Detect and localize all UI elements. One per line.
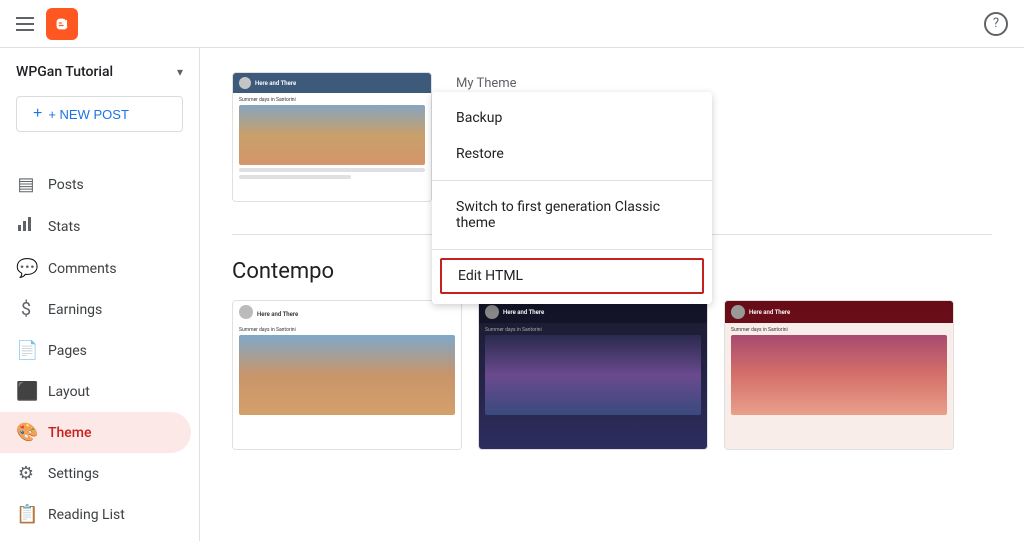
comments-label: Comments xyxy=(48,261,117,277)
settings-icon: ⚙ xyxy=(16,463,36,484)
sidebar: WPGan Tutorial ▾ + + NEW POST ▤ Posts St… xyxy=(0,48,200,541)
layout-label: Layout xyxy=(48,384,90,400)
preview-text-1 xyxy=(239,168,425,172)
theme-card-light[interactable]: Here and There Summer days in Santorini xyxy=(232,300,462,450)
sidebar-item-earnings[interactable]: $ Earnings xyxy=(0,289,191,330)
themes-grid: Here and There Summer days in Santorini xyxy=(232,300,992,450)
sidebar-item-theme[interactable]: 🎨 Theme xyxy=(0,412,191,453)
theme-card-dark[interactable]: Here and There Summer days in Santorini xyxy=(478,300,708,450)
main-content: Here and There Summer days in Santorini … xyxy=(200,48,1024,541)
sidebar-item-posts[interactable]: ▤ Posts xyxy=(0,164,191,205)
card-img-dark xyxy=(485,335,701,415)
preview-text-2 xyxy=(239,175,351,179)
dropdown-menu: Backup Restore Switch to first generatio… xyxy=(432,92,712,304)
settings-label: Settings xyxy=(48,466,99,482)
header-left xyxy=(16,8,78,40)
card-title-red: Here and There xyxy=(749,309,947,316)
main-inner: Here and There Summer days in Santorini … xyxy=(200,48,1024,474)
card-img-light xyxy=(239,335,455,415)
preview-blog-title: Here and There xyxy=(255,80,296,87)
sidebar-item-reading-list[interactable]: 📋 Reading List xyxy=(0,494,191,535)
preview-avatar xyxy=(239,77,251,89)
theme-card-red[interactable]: Here and There Summer days in Santorini xyxy=(724,300,954,450)
theme-icon: 🎨 xyxy=(16,422,36,443)
help-icon[interactable]: ? xyxy=(984,12,1008,36)
posts-label: Posts xyxy=(48,177,84,193)
pages-icon: 📄 xyxy=(16,340,36,361)
card-body-red: Summer days in Santorini xyxy=(725,323,953,449)
sidebar-item-layout[interactable]: ⬛ Layout xyxy=(0,371,191,412)
sidebar-item-comments[interactable]: 💬 Comments xyxy=(0,248,191,289)
pages-label: Pages xyxy=(48,343,87,359)
card-img-red xyxy=(731,335,947,415)
card-blog-name-light: Here and There xyxy=(257,311,455,318)
preview-image xyxy=(239,105,425,165)
card-avatar-red xyxy=(731,305,745,319)
card-title-dark: Here and There xyxy=(503,309,701,316)
chevron-down-icon: ▾ xyxy=(177,65,183,79)
new-post-label: + NEW POST xyxy=(48,107,129,122)
card-post-title-red: Summer days in Santorini xyxy=(731,327,947,333)
theme-preview-container: Here and There Summer days in Santorini … xyxy=(232,72,432,202)
new-post-button[interactable]: + + NEW POST xyxy=(16,96,183,132)
dropdown-edit-html[interactable]: Edit HTML xyxy=(440,258,704,294)
preview-post-title: Summer days in Santorini xyxy=(239,97,425,103)
reading-list-icon: 📋 xyxy=(16,504,36,525)
stats-icon xyxy=(16,215,36,238)
stats-label: Stats xyxy=(48,219,80,235)
preview-header: Here and There xyxy=(233,73,431,93)
plus-icon: + xyxy=(33,105,42,123)
my-theme-section: Here and There Summer days in Santorini … xyxy=(232,72,992,202)
my-theme-label: My Theme xyxy=(456,76,599,91)
layout: WPGan Tutorial ▾ + + NEW POST ▤ Posts St… xyxy=(0,48,1024,541)
card-header-red: Here and There xyxy=(725,301,953,323)
posts-icon: ▤ xyxy=(16,174,36,195)
dropdown-classic-theme[interactable]: Switch to first generation Classic theme xyxy=(432,189,712,241)
card-avatar-light xyxy=(239,305,253,319)
preview-body: Summer days in Santorini xyxy=(233,93,431,186)
hamburger-icon[interactable] xyxy=(16,17,34,31)
earnings-label: Earnings xyxy=(48,302,102,318)
card-blog-name-dark: Here and There xyxy=(503,309,701,316)
comments-icon: 💬 xyxy=(16,258,36,279)
earnings-icon: $ xyxy=(16,299,36,320)
card-title-light: Here and There xyxy=(257,306,455,318)
card-header-light: Here and There xyxy=(233,301,461,323)
layout-icon: ⬛ xyxy=(16,381,36,402)
card-body-light: Summer days in Santorini xyxy=(233,323,461,449)
card-blog-name-red: Here and There xyxy=(749,309,947,316)
theme-preview[interactable]: Here and There Summer days in Santorini xyxy=(232,72,432,202)
blog-name: WPGan Tutorial xyxy=(16,64,113,80)
sidebar-item-stats[interactable]: Stats xyxy=(0,205,191,248)
card-post-title-light: Summer days in Santorini xyxy=(239,327,455,333)
reading-list-label: Reading List xyxy=(48,507,125,523)
dropdown-backup[interactable]: Backup xyxy=(432,100,712,136)
sidebar-item-settings[interactable]: ⚙ Settings xyxy=(0,453,191,494)
card-body-dark: Summer days in Santorini xyxy=(479,323,707,449)
blog-selector[interactable]: WPGan Tutorial ▾ xyxy=(0,56,199,88)
theme-label: Theme xyxy=(48,425,92,441)
dropdown-restore[interactable]: Restore xyxy=(432,136,712,172)
card-post-title-dark: Summer days in Santorini xyxy=(485,327,701,333)
blogger-logo xyxy=(46,8,78,40)
dropdown-divider xyxy=(432,180,712,181)
sidebar-item-pages[interactable]: 📄 Pages xyxy=(0,330,191,371)
card-header-dark: Here and There xyxy=(479,301,707,323)
card-avatar-dark xyxy=(485,305,499,319)
header: ? xyxy=(0,0,1024,48)
dropdown-divider-2 xyxy=(432,249,712,250)
